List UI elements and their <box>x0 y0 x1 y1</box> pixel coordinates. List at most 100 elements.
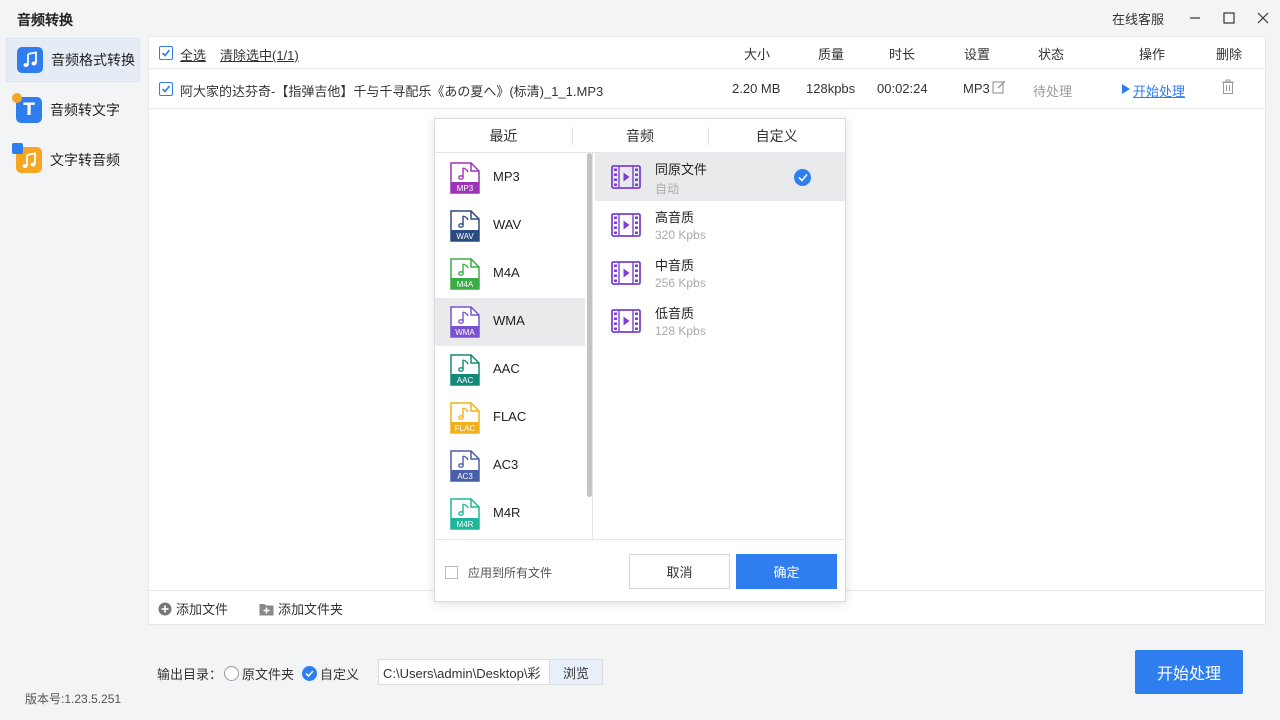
quality-name: 中音质 <box>655 258 695 273</box>
sidebar-item-label: 音频转文字 <box>50 102 120 118</box>
format-icon-label: WMA <box>455 328 475 337</box>
add-folder-label: 添加文件夹 <box>278 602 344 617</box>
column-status: 状态 <box>1038 47 1065 62</box>
output-directory: 输出目录： 原文件夹 自定义 <box>157 660 359 686</box>
quality-item-0[interactable]: 同原文件 自动 <box>595 153 845 201</box>
quality-item-2[interactable]: 中音质 256 Kpbs <box>595 249 845 297</box>
quality-name: 同原文件 <box>655 162 708 177</box>
format-item-flac[interactable]: FLAC FLAC <box>435 394 585 442</box>
confirm-button[interactable]: 确定 <box>736 554 837 589</box>
version-label: 版本号:1.23.5.251 <box>25 692 122 706</box>
app-title: 音频转换 <box>17 12 73 28</box>
apply-all-box <box>445 566 458 579</box>
cancel-button[interactable]: 取消 <box>629 554 730 589</box>
output-label: 输出目录： <box>157 666 223 682</box>
format-name: AC3 <box>493 457 519 472</box>
wma-file-icon: WMA <box>450 306 480 338</box>
file-quality: 128kpbs <box>806 81 856 96</box>
sidebar-item-audio-format-convert[interactable]: 音频格式转换 <box>6 38 140 82</box>
quality-name: 低音质 <box>655 306 695 321</box>
format-name: FLAC <box>493 409 527 424</box>
radio-custom-label: 自定义 <box>320 666 360 682</box>
online-service-link[interactable]: 在线客服 <box>1112 9 1164 28</box>
format-name: AAC <box>493 361 520 376</box>
m4r-file-icon: M4R <box>450 498 480 530</box>
format-icon-label: AC3 <box>457 472 473 481</box>
start-process-button[interactable]: 开始处理 <box>1135 650 1243 694</box>
format-list: MP3 MP3 WAV WAV M4A M4A WMA WMA AAC AAC FLAC FLAC AC… <box>435 153 593 539</box>
check-circle-icon <box>794 169 811 186</box>
format-item-mp3[interactable]: MP3 MP3 <box>435 154 585 202</box>
output-format: MP3 <box>963 81 990 96</box>
file-duration: 00:02:24 <box>877 81 928 96</box>
quality-bitrate: 128 Kpbs <box>655 324 706 338</box>
folder-plus-icon <box>259 603 274 615</box>
sidebar-item-text-to-audio[interactable]: 文字转音频 <box>6 138 140 182</box>
format-name: M4A <box>493 265 520 280</box>
format-name: WMA <box>493 313 525 328</box>
column-duration: 时长 <box>889 47 916 62</box>
video-file-icon <box>611 213 641 237</box>
clear-selected-link[interactable]: 清除选中(1/1) <box>220 45 299 64</box>
ac3-file-icon: AC3 <box>450 450 480 482</box>
select-all-checkbox[interactable] <box>159 46 173 60</box>
column-delete: 删除 <box>1216 47 1243 62</box>
row-checkbox[interactable] <box>159 82 173 96</box>
start-process-link[interactable]: 开始处理 <box>1133 81 1185 100</box>
table-header: 全选 清除选中(1/1) 大小 质量 时长 设置 状态 操作 删除 <box>149 37 1265 69</box>
sidebar-item-label: 音频格式转换 <box>51 52 135 68</box>
format-icon-label: M4A <box>457 280 474 289</box>
maximize-icon[interactable] <box>1212 0 1246 36</box>
format-item-wma[interactable]: WMA WMA <box>435 298 585 346</box>
format-item-wav[interactable]: WAV WAV <box>435 202 585 250</box>
tab-recent[interactable]: 最近 <box>435 119 572 152</box>
format-item-aac[interactable]: AAC AAC <box>435 346 585 394</box>
sidebar-item-audio-to-text[interactable]: T 音频转文字 <box>6 88 140 132</box>
wav-file-icon: WAV <box>450 210 480 242</box>
apply-all-checkbox[interactable]: 应用到所有文件 <box>445 564 552 581</box>
sidebar: 音频格式转换 T 音频转文字 文字转音频 <box>0 36 148 720</box>
m4a-file-icon: M4A <box>450 258 480 290</box>
quality-bitrate: 256 Kpbs <box>655 276 706 290</box>
minimize-icon[interactable] <box>1178 0 1212 36</box>
tab-custom[interactable]: 自定义 <box>708 119 845 152</box>
format-icon-label: MP3 <box>457 184 474 193</box>
radio-original-label: 原文件夹 <box>242 666 295 682</box>
radio-original-folder[interactable] <box>224 665 240 681</box>
dialog-tabs: 最近 音频 自定义 <box>435 119 845 153</box>
title-bar: 音频转换 在线客服 <box>0 0 1280 36</box>
quality-bitrate: 320 Kpbs <box>655 228 706 242</box>
quality-item-3[interactable]: 低音质 128 Kpbs <box>595 297 845 345</box>
mp3-file-icon: MP3 <box>450 162 480 194</box>
format-icon-label: WAV <box>456 232 474 241</box>
video-file-icon <box>611 261 641 285</box>
column-quality: 质量 <box>818 47 845 62</box>
edit-icon[interactable] <box>992 80 1006 97</box>
column-settings: 设置 <box>964 47 991 62</box>
add-folder-button[interactable]: 添加文件夹 <box>259 599 343 618</box>
apply-all-label: 应用到所有文件 <box>468 566 553 580</box>
file-name: 阿大家的达芬奇-【指弹吉他】千与千寻配乐《あの夏へ》(标清)_1_1.MP3 <box>180 84 604 99</box>
plus-circle-icon <box>158 602 172 615</box>
browse-button[interactable]: 浏览 <box>549 659 603 685</box>
tab-audio[interactable]: 音频 <box>571 119 709 152</box>
format-list-scrollbar[interactable] <box>587 153 592 497</box>
trash-icon[interactable] <box>1221 79 1235 98</box>
dialog-footer: 应用到所有文件 取消 确定 <box>435 539 845 603</box>
file-size: 2.20 MB <box>732 81 781 96</box>
add-file-label: 添加文件 <box>176 602 229 617</box>
radio-custom-folder[interactable] <box>302 665 318 681</box>
format-item-m4r[interactable]: M4R M4R <box>435 490 585 538</box>
format-name: WAV <box>493 217 522 232</box>
add-file-button[interactable]: 添加文件 <box>158 599 228 618</box>
format-item-ac3[interactable]: AC3 AC3 <box>435 442 585 490</box>
quality-item-1[interactable]: 高音质 320 Kpbs <box>595 201 845 249</box>
format-icon-label: M4R <box>457 520 474 529</box>
column-size: 大小 <box>744 47 771 62</box>
format-icon-label: FLAC <box>455 424 476 433</box>
select-all-link[interactable]: 全选 <box>180 45 206 64</box>
status-badge: 待处理 <box>1033 84 1073 99</box>
output-path-input[interactable] <box>378 659 550 685</box>
format-item-m4a[interactable]: M4A M4A <box>435 250 585 298</box>
close-icon[interactable] <box>1246 0 1280 36</box>
